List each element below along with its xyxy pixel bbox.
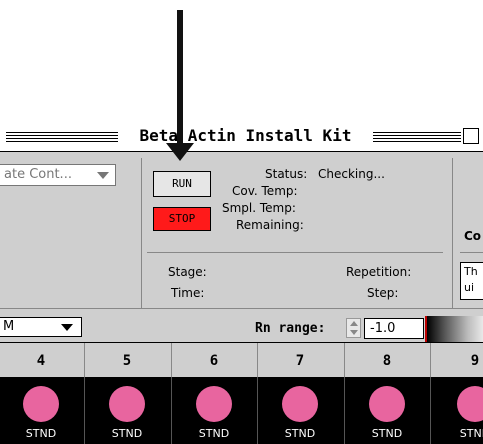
column-header-5[interactable]: 5 <box>112 353 142 369</box>
column-header-8[interactable]: 8 <box>372 353 402 369</box>
sample-temp-label: Smpl. Temp: <box>222 201 296 215</box>
chevron-down-icon <box>61 324 73 331</box>
window-title-bar[interactable]: Beta Actin Install Kit <box>0 123 483 152</box>
well-4-sample-dot[interactable] <box>23 386 59 422</box>
well-divider <box>84 377 85 444</box>
well-divider <box>344 377 345 444</box>
rn-range-input[interactable]: -1.0 <box>364 318 424 339</box>
time-label: Time: <box>171 286 205 300</box>
column-divider <box>430 343 431 377</box>
well-4-label: STND <box>25 427 57 440</box>
status-value: Checking... <box>318 167 385 181</box>
rn-range-label: Rn range: <box>255 321 326 336</box>
panel-divider-horizontal-right <box>460 252 483 253</box>
window-title: Beta Actin Install Kit <box>118 126 373 146</box>
rn-range-stepper[interactable] <box>346 318 361 338</box>
stage-label: Stage: <box>168 265 207 279</box>
panel-divider-right <box>452 158 453 308</box>
title-bar-stripes-right <box>373 132 461 143</box>
well-9-sample-dot[interactable] <box>457 386 483 422</box>
column-divider <box>171 343 172 377</box>
units-popup-label: M <box>3 319 15 334</box>
units-popup[interactable]: M <box>0 317 82 337</box>
remaining-label: Remaining: <box>236 218 304 232</box>
repetition-label: Repetition: <box>346 265 412 279</box>
step-label: Step: <box>367 286 399 300</box>
plate-column-header-row: 4 5 6 7 8 9 <box>0 342 483 378</box>
panel-divider-horizontal <box>147 252 443 253</box>
well-divider <box>171 377 172 444</box>
column-header-9[interactable]: 9 <box>460 353 483 369</box>
well-divider <box>430 377 431 444</box>
cov-temp-label: Cov. Temp: <box>232 184 298 198</box>
annotation-arrow-head-icon <box>166 143 194 161</box>
status-label: Status: <box>265 167 308 181</box>
well-6-label: STND <box>198 427 230 440</box>
well-7-label: STND <box>284 427 316 440</box>
zoom-box-icon[interactable] <box>463 128 479 144</box>
chevron-down-icon <box>97 172 109 179</box>
info-text-line-2: ui <box>464 281 475 294</box>
column-divider <box>84 343 85 377</box>
title-bar-stripes-left <box>6 132 118 143</box>
panel-divider-left <box>141 158 142 308</box>
stepper-down-icon[interactable] <box>350 330 358 335</box>
well-8-sample-dot[interactable] <box>369 386 405 422</box>
well-8-label: STND <box>371 427 403 440</box>
stepper-up-icon[interactable] <box>350 321 358 326</box>
column-header-7[interactable]: 7 <box>285 353 315 369</box>
stop-button[interactable]: STOP <box>153 207 211 231</box>
column-header-6[interactable]: 6 <box>199 353 229 369</box>
well-divider <box>257 377 258 444</box>
well-5-sample-dot[interactable] <box>109 386 145 422</box>
run-button[interactable]: RUN <box>153 171 211 197</box>
well-7-sample-dot[interactable] <box>282 386 318 422</box>
column-header-4[interactable]: 4 <box>26 353 56 369</box>
well-9-label: STND <box>459 427 483 440</box>
annotation-arrow-shaft <box>177 10 183 150</box>
rn-range-gradient-scale <box>425 316 483 343</box>
info-text-line-1: Th <box>464 265 478 278</box>
well-5-label: STND <box>111 427 143 440</box>
plate-document-popup[interactable]: ate Cont... <box>0 164 116 186</box>
column-divider <box>344 343 345 377</box>
right-column-heading: Co <box>464 229 482 243</box>
column-divider <box>257 343 258 377</box>
plate-document-popup-label: ate Cont... <box>4 167 72 182</box>
info-text-box: Th ui <box>460 262 483 300</box>
well-6-sample-dot[interactable] <box>196 386 232 422</box>
plate-well-row: STND STND STND STND STND STND <box>0 377 483 444</box>
